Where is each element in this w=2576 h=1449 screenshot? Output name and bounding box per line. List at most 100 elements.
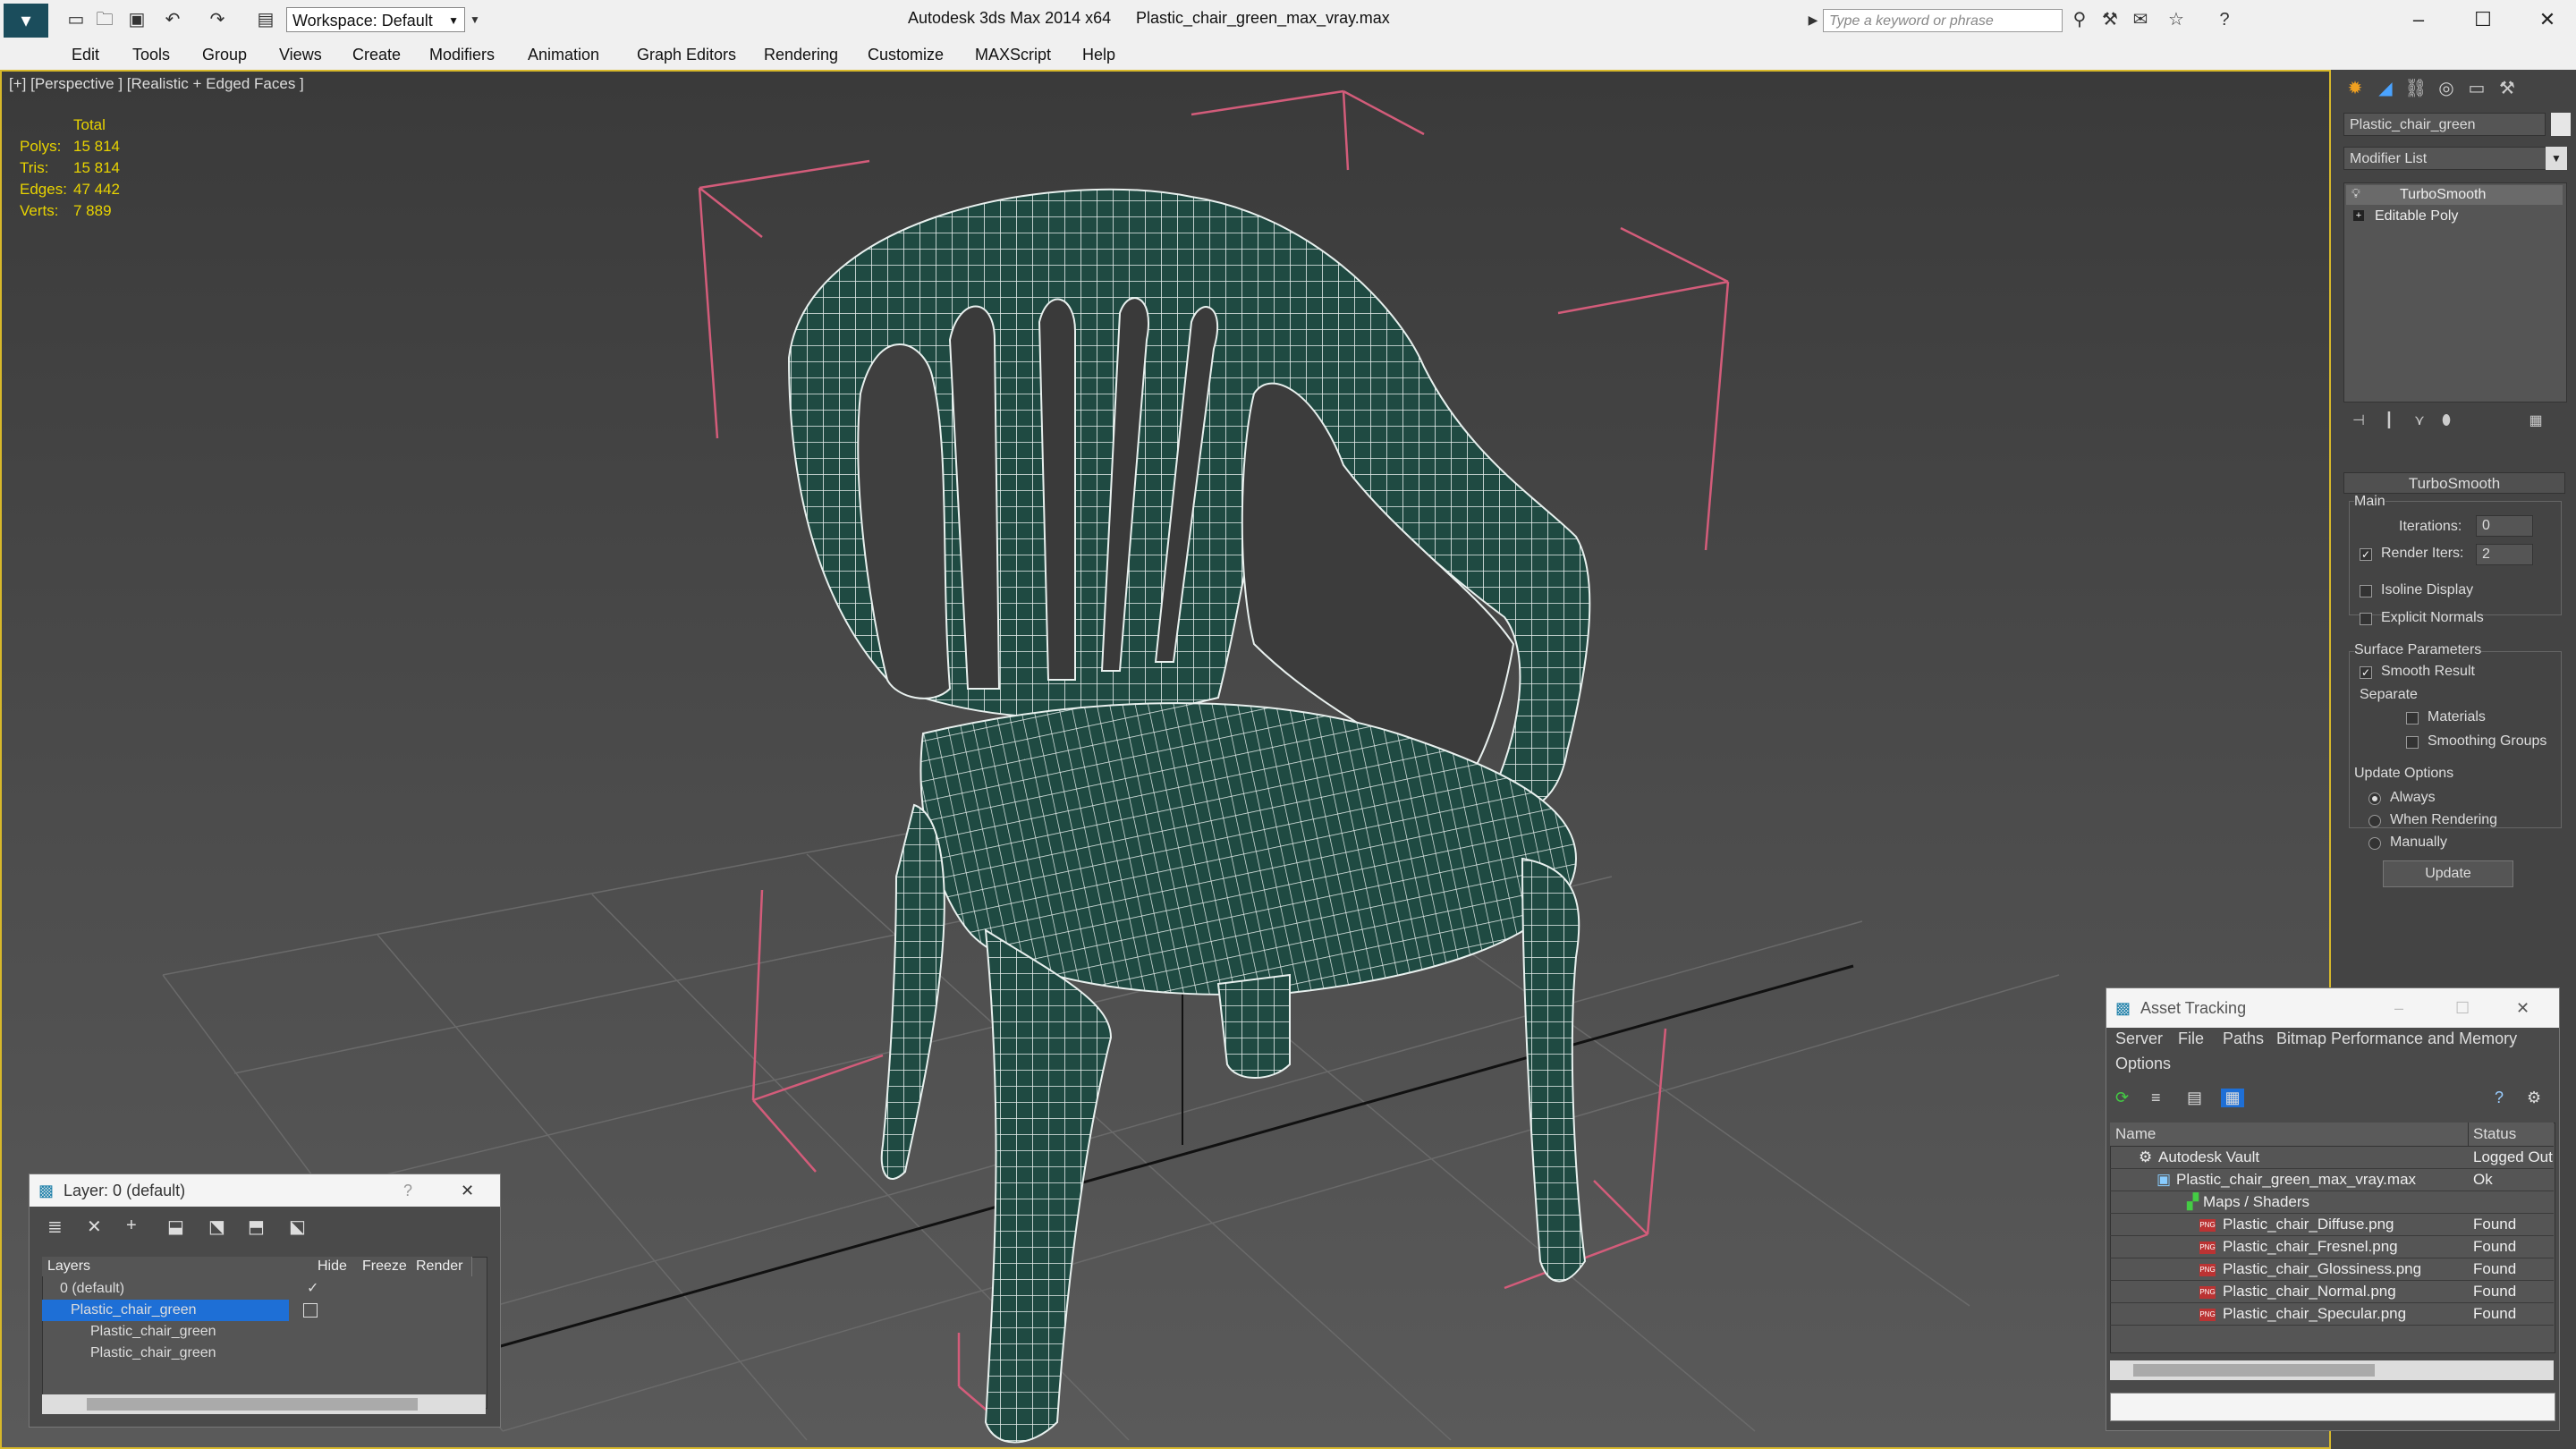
stack-item-turbosmooth[interactable]: 💡︎ TurboSmooth bbox=[2346, 185, 2563, 205]
layer-object-row[interactable]: Plastic_chair_green bbox=[42, 1343, 486, 1364]
asset-minimize-button[interactable]: – bbox=[2394, 988, 2403, 1028]
asset-row-texture[interactable]: PNG Plastic_chair_Diffuse.png Found bbox=[2110, 1213, 2554, 1236]
modifier-list-arrow[interactable]: ▼ bbox=[2546, 147, 2567, 170]
configure-sets-icon[interactable]: ▦ bbox=[2522, 408, 2549, 435]
display-tab-icon[interactable]: ▭ bbox=[2463, 75, 2490, 102]
column-hide[interactable]: Hide bbox=[312, 1257, 363, 1276]
menu-modifiers[interactable]: Modifiers bbox=[429, 46, 495, 64]
remove-modifier-icon[interactable]: ⬮ bbox=[2433, 408, 2460, 435]
smooth-result-checkbox[interactable]: ✓ bbox=[2360, 666, 2372, 679]
asset-window-titlebar[interactable]: ▩ Asset Tracking – ☐ ✕ bbox=[2106, 988, 2559, 1028]
modify-tab-icon[interactable]: ◢ bbox=[2372, 75, 2399, 102]
asset-menu-paths[interactable]: Paths bbox=[2223, 1030, 2264, 1048]
menu-maxscript[interactable]: MAXScript bbox=[975, 46, 1051, 64]
asset-row-max-file[interactable]: ▣ Plastic_chair_green_max_vray.max Ok bbox=[2110, 1168, 2554, 1191]
update-manually-radio[interactable] bbox=[2368, 837, 2381, 850]
app-logo-icon[interactable]: ▾ bbox=[4, 4, 48, 38]
menu-edit[interactable]: Edit bbox=[72, 46, 99, 64]
layer-row[interactable]: 0 (default) ✓ bbox=[42, 1278, 486, 1300]
hierarchy-tab-icon[interactable]: ⛓ bbox=[2402, 75, 2429, 102]
asset-menu-file[interactable]: File bbox=[2178, 1030, 2204, 1048]
utilities-tab-icon[interactable]: ⚒ bbox=[2494, 75, 2521, 102]
object-name-field[interactable]: Plastic_chair_green bbox=[2343, 113, 2546, 136]
layer-manage-icon[interactable]: ≣ bbox=[47, 1216, 63, 1238]
refresh-icon[interactable]: ⟳ bbox=[2115, 1089, 2129, 1107]
materials-checkbox[interactable] bbox=[2406, 712, 2419, 724]
asset-row-texture[interactable]: PNG Plastic_chair_Normal.png Found bbox=[2110, 1280, 2554, 1303]
asset-menu-server[interactable]: Server bbox=[2115, 1030, 2163, 1048]
binoculars-icon[interactable]: ⚲ bbox=[2068, 8, 2091, 31]
column-render[interactable]: Render bbox=[412, 1257, 472, 1276]
update-button[interactable]: Update bbox=[2383, 860, 2513, 887]
hide-all-icon[interactable]: ⬒ bbox=[248, 1216, 265, 1238]
maximize-button[interactable]: ☐ bbox=[2456, 4, 2510, 36]
smoothing-groups-checkbox[interactable] bbox=[2406, 736, 2419, 749]
freeze-all-icon[interactable]: ⬕ bbox=[289, 1216, 306, 1238]
new-file-icon[interactable]: ▭ bbox=[64, 8, 88, 31]
layer-row-selected[interactable]: Plastic_chair_green bbox=[42, 1300, 486, 1321]
asset-settings-icon[interactable]: ⚙ bbox=[2527, 1089, 2541, 1107]
menu-views[interactable]: Views bbox=[279, 46, 322, 64]
table-view-icon[interactable]: ▤ bbox=[2187, 1089, 2202, 1107]
asset-menu-options[interactable]: Options bbox=[2115, 1055, 2171, 1073]
layer-help-icon[interactable]: ? bbox=[403, 1174, 412, 1207]
create-tab-icon[interactable]: ✹ bbox=[2342, 75, 2368, 102]
open-file-icon[interactable]: 🗀 bbox=[93, 8, 116, 31]
modifier-list-dropdown[interactable]: Modifier List bbox=[2343, 147, 2560, 170]
column-layers[interactable]: Layers bbox=[42, 1257, 313, 1276]
motion-tab-icon[interactable]: ◎ bbox=[2433, 75, 2460, 102]
menu-create[interactable]: Create bbox=[352, 46, 401, 64]
layer-object-row[interactable]: Plastic_chair_green bbox=[42, 1321, 486, 1343]
menu-animation[interactable]: Animation bbox=[528, 46, 599, 64]
turbosmooth-rollout-title[interactable]: TurboSmooth bbox=[2343, 472, 2565, 494]
render-iters-checkbox[interactable]: ✓ bbox=[2360, 548, 2372, 561]
stack-item-editable-poly[interactable]: + Editable Poly bbox=[2346, 207, 2563, 226]
menu-tools[interactable]: Tools bbox=[132, 46, 170, 64]
favorites-star-icon[interactable]: ☆ bbox=[2165, 8, 2188, 31]
menu-graph-editors[interactable]: Graph Editors bbox=[637, 46, 736, 64]
column-name[interactable]: Name bbox=[2115, 1125, 2156, 1143]
redo-icon[interactable]: ↷ bbox=[206, 8, 229, 31]
asset-row-texture[interactable]: PNG Plastic_chair_Glossiness.png Found bbox=[2110, 1258, 2554, 1281]
iterations-spinner[interactable]: 0 bbox=[2476, 515, 2533, 537]
delete-layer-icon[interactable]: ✕ bbox=[87, 1216, 102, 1238]
highlight-layer-icon[interactable]: ⬔ bbox=[208, 1216, 225, 1238]
lightbulb-icon[interactable]: 💡︎ bbox=[2351, 186, 2360, 201]
menu-rendering[interactable]: Rendering bbox=[764, 46, 838, 64]
menu-help[interactable]: Help bbox=[1082, 46, 1115, 64]
render-iters-spinner[interactable]: 2 bbox=[2476, 544, 2533, 565]
asset-horizontal-scrollbar[interactable] bbox=[2110, 1360, 2554, 1380]
project-folder-icon[interactable]: ▤ bbox=[254, 8, 277, 31]
asset-menu-bitmap-performance[interactable]: Bitmap Performance and Memory bbox=[2276, 1030, 2517, 1048]
asset-close-button[interactable]: ✕ bbox=[2516, 988, 2529, 1028]
layer-close-icon[interactable]: ✕ bbox=[461, 1174, 474, 1207]
object-color-swatch[interactable] bbox=[2551, 113, 2571, 136]
workspace-dropdown[interactable]: Workspace: Default ▼ bbox=[286, 7, 465, 32]
asset-row-texture[interactable]: PNG Plastic_chair_Specular.png Found bbox=[2110, 1302, 2554, 1326]
close-button[interactable]: ✕ bbox=[2521, 4, 2574, 36]
grid-view-icon[interactable]: ▦ bbox=[2221, 1089, 2244, 1107]
search-expand-icon[interactable]: ▶ bbox=[1801, 8, 1825, 31]
communication-icon[interactable]: ✉ bbox=[2129, 8, 2152, 31]
help-icon[interactable]: ? bbox=[2213, 8, 2236, 31]
asset-help-icon[interactable]: ? bbox=[2495, 1089, 2504, 1107]
column-freeze[interactable]: Freeze bbox=[359, 1257, 413, 1276]
column-status[interactable]: Status bbox=[2473, 1125, 2516, 1143]
show-end-result-icon[interactable]: ┃ bbox=[2376, 408, 2402, 435]
viewport-label[interactable]: [+] [Perspective ] [Realistic + Edged Fa… bbox=[9, 75, 304, 93]
update-always-radio[interactable] bbox=[2368, 792, 2381, 805]
asset-maximize-button[interactable]: ☐ bbox=[2455, 988, 2470, 1028]
asset-row-vault[interactable]: ⚙ Autodesk Vault Logged Out bbox=[2110, 1146, 2554, 1169]
layer-window-titlebar[interactable]: ▩ Layer: 0 (default) ? ✕ bbox=[30, 1174, 500, 1207]
pin-stack-icon[interactable]: ⊣ bbox=[2345, 408, 2372, 435]
update-when-rendering-radio[interactable] bbox=[2368, 815, 2381, 827]
undo-icon[interactable]: ↶ bbox=[161, 8, 184, 31]
search-input[interactable]: Type a keyword or phrase bbox=[1823, 9, 2063, 32]
minimize-button[interactable]: – bbox=[2392, 4, 2445, 36]
isoline-display-checkbox[interactable] bbox=[2360, 585, 2372, 597]
layer-current-box[interactable] bbox=[303, 1303, 318, 1318]
add-layer-icon[interactable]: + bbox=[126, 1216, 137, 1236]
explicit-normals-checkbox[interactable] bbox=[2360, 613, 2372, 625]
layer-horizontal-scrollbar[interactable] bbox=[42, 1394, 486, 1414]
asset-row-texture[interactable]: PNG Plastic_chair_Fresnel.png Found bbox=[2110, 1235, 2554, 1258]
